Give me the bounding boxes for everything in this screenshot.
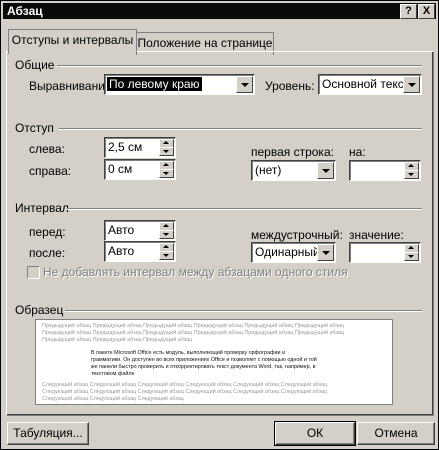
level-value: Основной текст — [322, 77, 410, 91]
tab-label: Положение на странице — [137, 36, 273, 50]
spin-down-icon[interactable] — [404, 170, 419, 179]
left-indent-label: слева: — [29, 142, 65, 156]
first-line-label: первая строка: — [251, 145, 334, 159]
before-spinner[interactable]: Авто — [104, 220, 176, 241]
general-heading: Общие — [15, 58, 55, 72]
preview-sample-line: В пакете Microsoft Office есть модуль, в… — [91, 350, 285, 356]
spin-down-icon[interactable] — [159, 147, 174, 156]
spin-down-icon[interactable] — [159, 230, 174, 239]
preview-sample-line: же панели быстро проверить и откорректир… — [91, 364, 316, 370]
by-spinner[interactable] — [349, 160, 421, 181]
cancel-button[interactable]: Отмена — [357, 422, 435, 445]
no-space-same-style-checkbox[interactable] — [27, 266, 40, 279]
right-indent-value: 0 см — [108, 162, 133, 176]
after-spinner[interactable]: Авто — [104, 241, 176, 262]
preview-next-line: Следующий абзац Следующий абзац Следующи… — [42, 389, 328, 395]
before-label: перед: — [29, 225, 66, 239]
at-spinner[interactable] — [349, 242, 421, 263]
line-spacing-label: междустрочный: — [251, 228, 343, 242]
divider — [59, 128, 422, 130]
right-indent-spinner[interactable]: 0 см — [104, 159, 176, 180]
level-label: Уровень: — [265, 79, 315, 93]
spin-down-icon[interactable] — [159, 169, 174, 178]
preview-prev-line: Предыдущий абзац Предыдущий абзац Предыд… — [42, 330, 345, 336]
left-indent-spinner[interactable]: 2,5 см — [104, 137, 176, 158]
by-label: на: — [349, 145, 366, 159]
alignment-label: Выравнивание: — [29, 79, 115, 93]
divider — [57, 65, 422, 67]
spin-down-icon[interactable] — [404, 252, 419, 261]
divider — [65, 310, 422, 312]
preview-prev-line: Предыдущий абзац Предыдущий абзац Предыд… — [42, 323, 345, 329]
after-label: после: — [29, 246, 66, 260]
close-button[interactable]: X — [418, 4, 435, 19]
tab-indents-spacing[interactable]: Отступы и интервалы — [8, 29, 137, 54]
indent-heading: Отступ — [15, 121, 54, 135]
spin-down-icon[interactable] — [159, 251, 174, 260]
help-button[interactable]: ? — [400, 4, 417, 19]
before-value: Авто — [108, 223, 135, 237]
preview-next-line: Следующий абзац Следующий абзац Следующи… — [42, 396, 184, 402]
title-bar[interactable]: Абзац ? X — [3, 3, 436, 19]
tabs-button[interactable]: Табуляция... — [7, 422, 89, 445]
level-select[interactable]: Основной текст — [318, 74, 422, 95]
paragraph-dialog: Абзац ? X Отступы и интервалы Положение … — [0, 0, 439, 450]
after-value: Авто — [108, 244, 135, 258]
chevron-down-icon[interactable] — [403, 76, 420, 93]
line-spacing-value: Одинарный — [255, 245, 320, 259]
chevron-down-icon[interactable] — [317, 162, 334, 179]
preview-sample-line: текстовом файле — [91, 371, 135, 377]
chevron-down-icon[interactable] — [317, 244, 334, 261]
spacing-heading: Интервал — [15, 201, 69, 215]
alignment-select[interactable]: По левому краю — [104, 74, 255, 95]
line-spacing-select[interactable]: Одинарный — [251, 242, 336, 263]
preview-box: Предыдущий абзац Предыдущий абзац Предыд… — [35, 319, 393, 405]
first-line-value: (нет) — [255, 163, 282, 177]
preview-sample-line: грамматики. Он доступен во всех приложен… — [91, 357, 317, 363]
no-space-same-style-label: Не добавлять интервал между абзацами одн… — [43, 265, 348, 279]
tab-label: Отступы и интервалы — [11, 33, 134, 47]
preview-next-line: Следующий абзац Следующий абзац Следующи… — [42, 382, 328, 388]
preview-prev-line: Предыдущий абзац Предыдущий абзац Предыд… — [42, 337, 193, 343]
first-line-select[interactable]: (нет) — [251, 160, 336, 181]
left-indent-value: 2,5 см — [108, 140, 143, 154]
chevron-down-icon[interactable] — [236, 76, 253, 93]
divider — [67, 208, 422, 210]
alignment-value: По левому краю — [107, 77, 202, 91]
ok-button[interactable]: ОК — [274, 421, 356, 446]
right-indent-label: справа: — [29, 164, 72, 178]
at-label: значение: — [349, 228, 404, 242]
preview-heading: Образец — [15, 303, 64, 317]
window-title: Абзац — [7, 4, 43, 18]
